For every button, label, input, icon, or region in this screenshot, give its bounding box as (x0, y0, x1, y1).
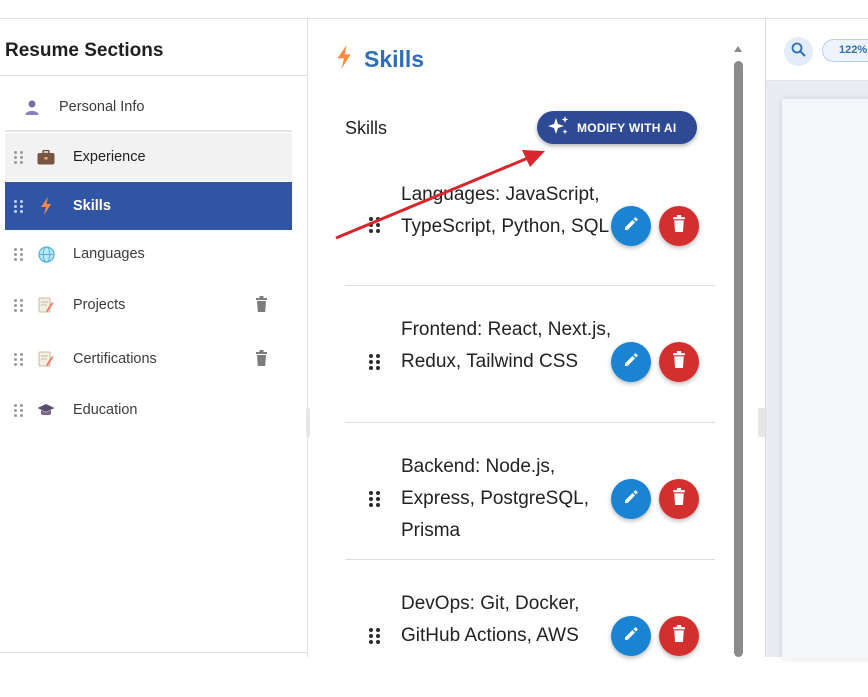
delete-section-icon[interactable] (255, 350, 268, 370)
skill-text: Frontend: React, Next.js, Redux, Tailwin… (401, 319, 612, 372)
briefcase-icon (31, 149, 61, 165)
delete-button[interactable] (659, 616, 699, 656)
panel-title: Skills (364, 46, 425, 72)
sidebar-item-label: Education (73, 402, 138, 418)
graduation-cap-icon (31, 403, 61, 417)
modify-with-ai-button[interactable]: MODIFY WITH AI (537, 111, 697, 144)
skill-text: Languages: JavaScript, TypeScript, Pytho… (401, 184, 610, 237)
drag-handle-icon[interactable] (369, 491, 380, 507)
drag-handle-icon[interactable] (5, 403, 31, 417)
skill-row: Backend: Node.js, Express, PostgreSQL, P… (345, 423, 715, 560)
sidebar-bottom-divider (0, 652, 308, 653)
trash-icon (672, 625, 686, 647)
drag-handle-icon[interactable] (5, 298, 31, 312)
sidebar-item-education[interactable]: Education (5, 386, 292, 434)
sidebar-item-personal-info[interactable]: Personal Info (5, 84, 292, 132)
globe-icon (31, 245, 61, 263)
modify-with-ai-label: MODIFY WITH AI (577, 120, 677, 135)
pencil-icon (623, 489, 639, 510)
sidebar-item-label: Personal Info (59, 99, 145, 115)
scroll-up-arrow-icon[interactable] (734, 46, 742, 52)
skills-editor-panel: Skills Skills MODIFY WITH AI Languages: … (310, 19, 765, 657)
edit-button[interactable] (611, 479, 651, 519)
zoom-level[interactable]: 122% (822, 39, 868, 62)
sidebar-item-experience[interactable]: Experience (5, 133, 292, 181)
scrollbar-thumb[interactable] (734, 61, 743, 657)
resume-page-preview (782, 99, 868, 659)
sidebar-item-languages[interactable]: Languages (5, 230, 292, 278)
document-icon (31, 297, 61, 314)
top-bar (0, 0, 868, 19)
magnifier-icon (791, 42, 806, 62)
edit-button[interactable] (611, 342, 651, 382)
drag-handle-icon[interactable] (369, 628, 380, 644)
sections-sidebar: Resume Sections Personal Info Experience… (0, 19, 308, 657)
delete-button[interactable] (659, 342, 699, 382)
trash-icon (672, 215, 686, 237)
lightning-icon (31, 197, 61, 215)
delete-button[interactable] (659, 206, 699, 246)
pencil-icon (623, 626, 639, 647)
resume-preview-panel: 122% (765, 19, 868, 659)
panel-header: Skills (336, 45, 424, 74)
document-icon (31, 351, 61, 368)
section-label: Skills (345, 118, 388, 138)
trash-icon (672, 488, 686, 510)
drag-handle-icon[interactable] (369, 217, 380, 233)
sidebar-item-label: Languages (73, 246, 145, 262)
sparkle-icon (546, 115, 570, 140)
sidebar-item-label: Experience (73, 149, 146, 165)
drag-handle-icon[interactable] (5, 247, 31, 261)
sidebar-divider (0, 75, 308, 76)
pencil-icon (623, 352, 639, 373)
skill-row: DevOps: Git, Docker, GitHub Actions, AWS (345, 560, 715, 697)
preview-toolbar: 122% (766, 19, 868, 81)
sidebar-item-projects[interactable]: Projects (5, 281, 292, 329)
skill-row: Frontend: React, Next.js, Redux, Tailwin… (345, 286, 715, 423)
person-icon (17, 99, 47, 115)
drag-handle-icon[interactable] (5, 199, 31, 213)
edit-button[interactable] (611, 206, 651, 246)
skill-text: Backend: Node.js, Express, PostgreSQL, P… (401, 456, 589, 541)
skill-row: Languages: JavaScript, TypeScript, Pytho… (345, 149, 715, 286)
sidebar-item-skills[interactable]: Skills (5, 182, 292, 230)
sidebar-title: Resume Sections (5, 40, 164, 61)
drag-handle-icon[interactable] (5, 352, 31, 366)
zoom-button[interactable] (784, 37, 813, 66)
delete-button[interactable] (659, 479, 699, 519)
sidebar-item-label: Projects (73, 297, 126, 313)
sidebar-item-certifications[interactable]: Certifications (5, 335, 292, 383)
drag-handle-icon[interactable] (5, 150, 31, 164)
sidebar-item-label: Certifications (73, 351, 157, 367)
skill-text: DevOps: Git, Docker, GitHub Actions, AWS (401, 593, 580, 646)
drag-handle-icon[interactable] (369, 354, 380, 370)
pencil-icon (623, 216, 639, 237)
lightning-icon (336, 45, 352, 74)
edit-button[interactable] (611, 616, 651, 656)
trash-icon (672, 351, 686, 373)
sidebar-item-label: Skills (73, 198, 111, 214)
delete-section-icon[interactable] (255, 296, 268, 316)
